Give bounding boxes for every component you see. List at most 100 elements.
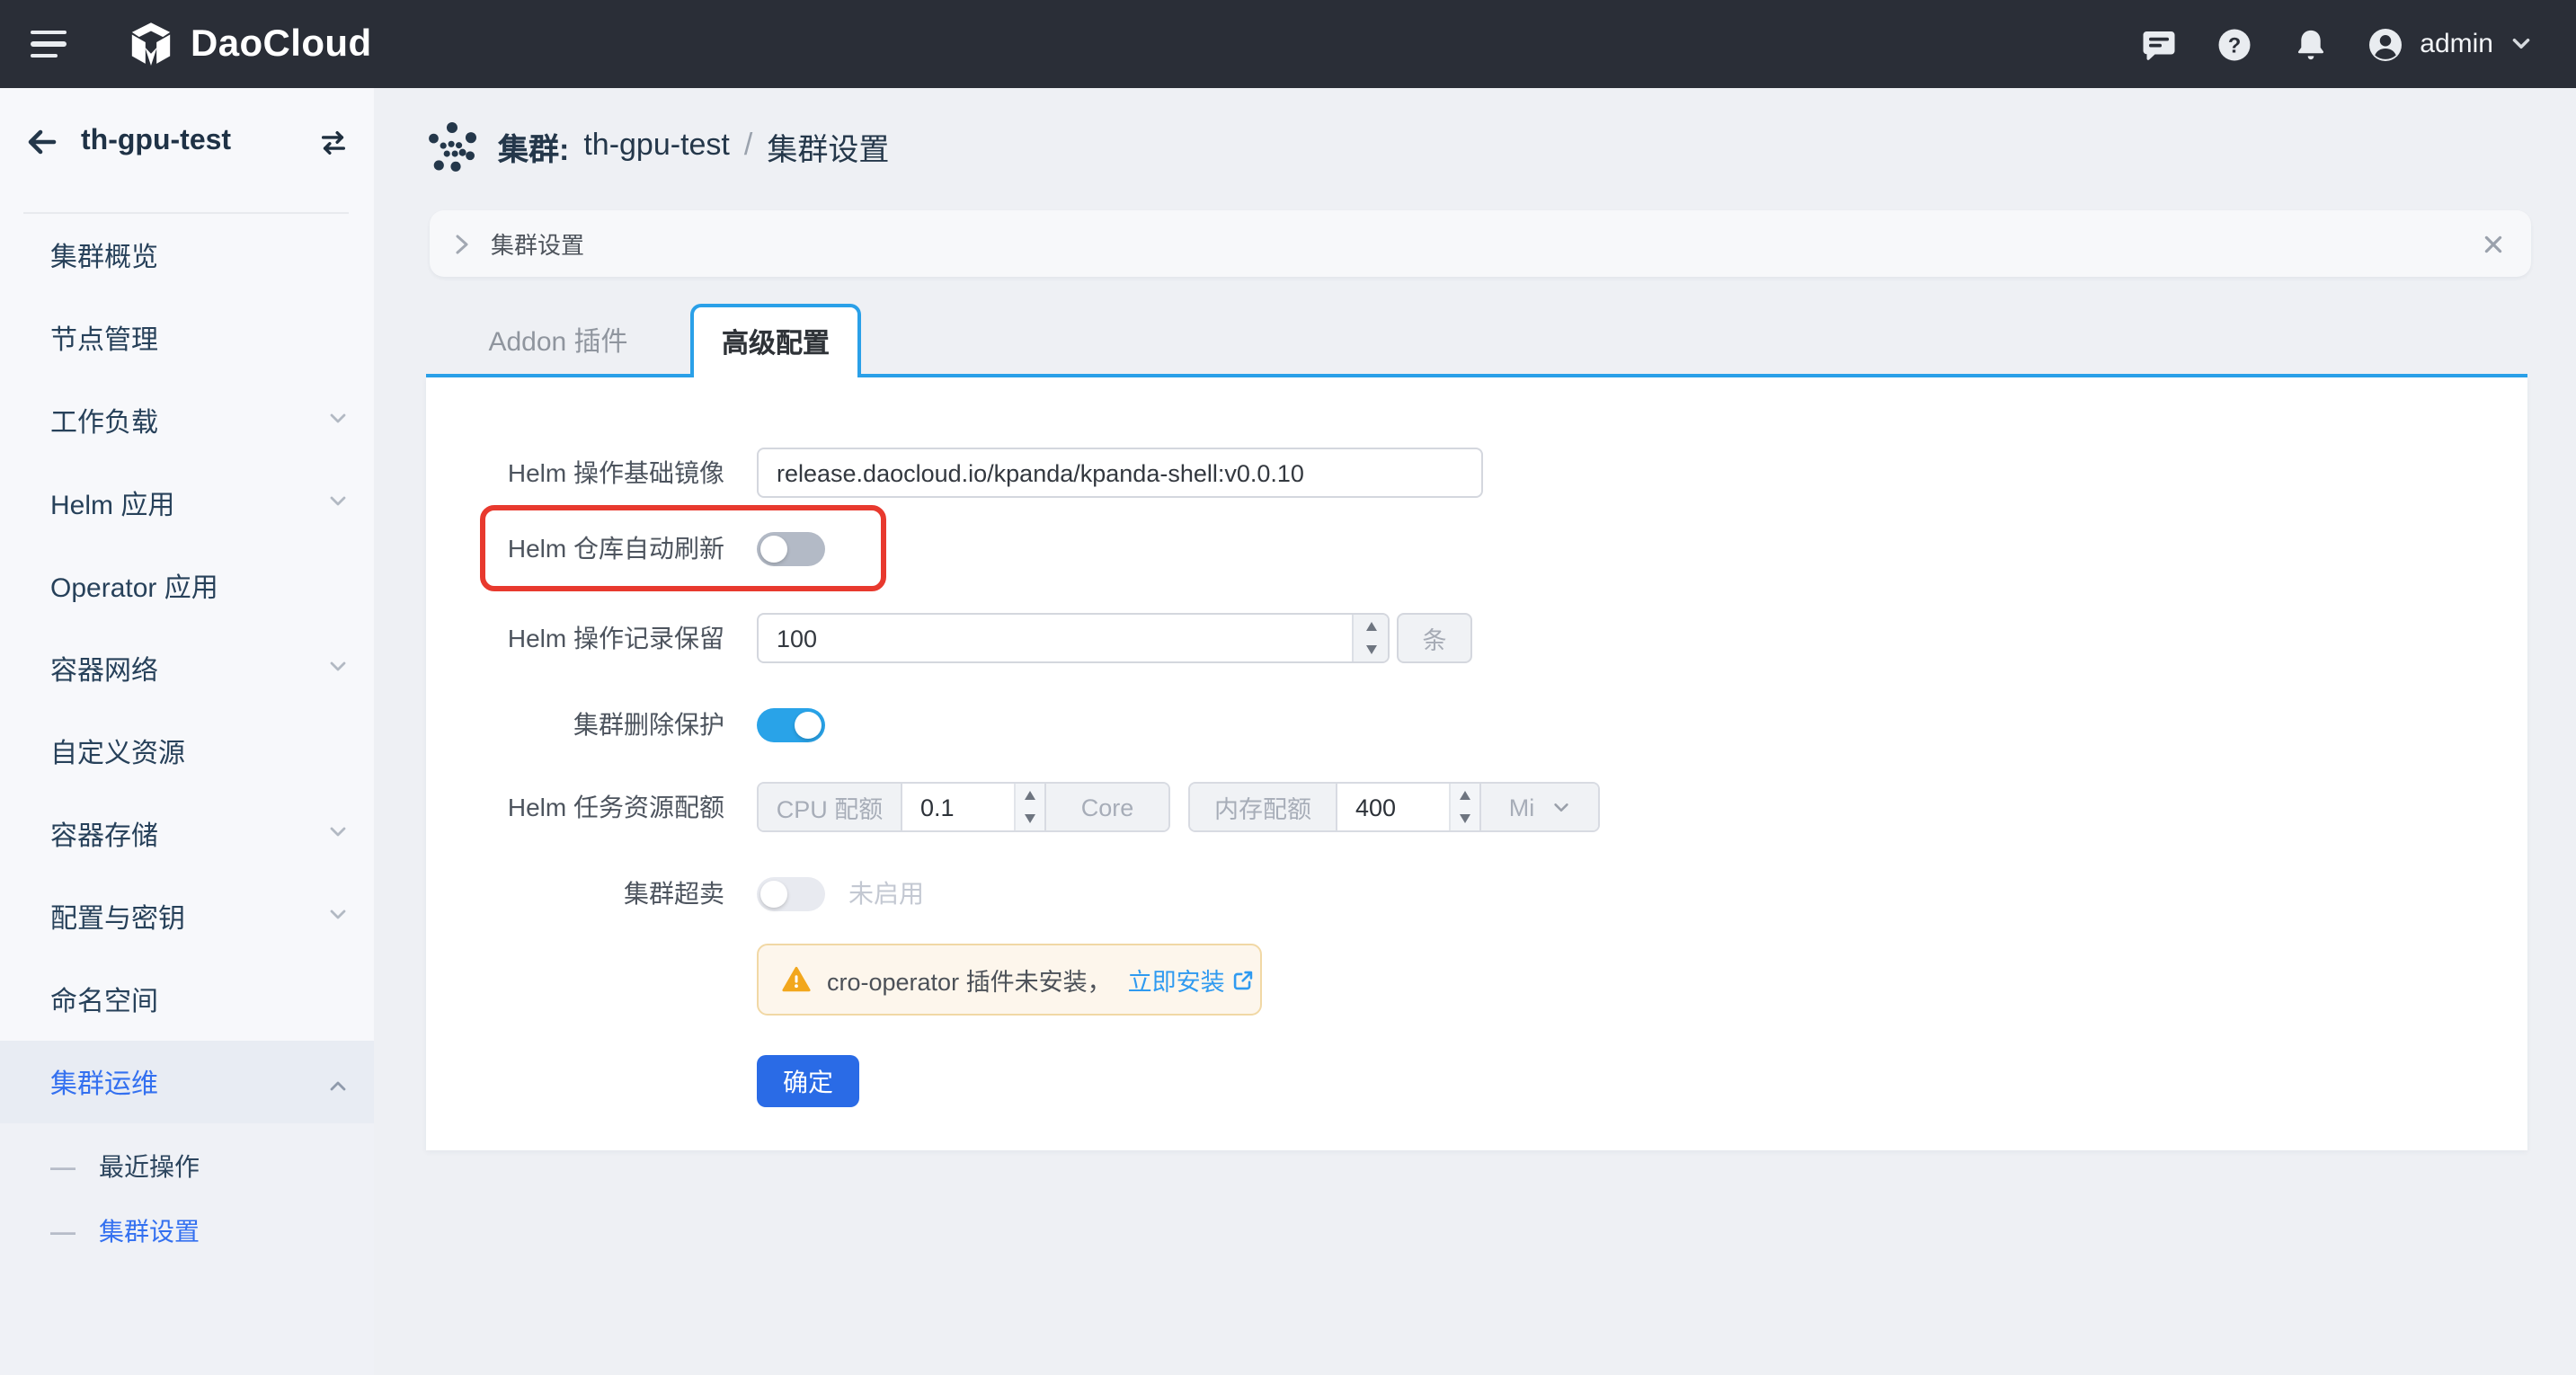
breadcrumb-prefix: 集群:: [498, 123, 569, 168]
overcommit-toggle[interactable]: [757, 876, 825, 910]
sidebar-item-workloads[interactable]: 工作负载: [0, 379, 374, 462]
warning-text: cro-operator 插件未安装，: [827, 962, 1112, 998]
chevron-down-icon: [327, 488, 349, 519]
stepper-up-icon[interactable]: [1354, 615, 1388, 638]
memory-unit-select[interactable]: Mi: [1479, 784, 1598, 830]
breadcrumb-separator: /: [744, 128, 752, 164]
sidebar-submenu-cluster-ops: —最近操作 —集群设置: [0, 1123, 374, 1375]
memory-quota-group: 内存配额 Mi: [1188, 782, 1600, 832]
help-icon[interactable]: ?: [2216, 26, 2252, 62]
sidebar-item-custom-resources[interactable]: 自定义资源: [0, 710, 374, 793]
base-image-input[interactable]: [757, 448, 1483, 498]
user-chevron-down-icon: [2509, 32, 2533, 56]
avatar-icon: [2367, 26, 2403, 62]
sidebar-subitem-cluster-settings[interactable]: —集群设置: [0, 1199, 374, 1264]
cro-operator-warning: cro-operator 插件未安装， 立即安装: [757, 944, 1262, 1016]
topbar: DaoCloud ?: [0, 0, 2576, 88]
chevron-down-icon: [327, 901, 349, 932]
overcommit-status: 未启用: [848, 875, 924, 911]
breadcrumb-cluster-name[interactable]: th-gpu-test: [583, 128, 730, 164]
sidebar-item-operator-apps[interactable]: Operator 应用: [0, 545, 374, 627]
dash-bullet-icon: —: [50, 1217, 76, 1246]
overcommit-label: 集群超卖: [426, 875, 757, 911]
history-keep-input[interactable]: [757, 613, 1390, 663]
form-row-base-image: Helm 操作基础镜像: [426, 448, 2527, 498]
cpu-quota-prefix: CPU 配额: [759, 784, 902, 830]
delete-protection-label: 集群删除保护: [426, 706, 757, 742]
history-keep-unit: 条: [1397, 613, 1472, 663]
cpu-quota-stepper: [1014, 784, 1044, 830]
main-content: 集群: th-gpu-test / 集群设置 集群设置 Addon 插件 高级配…: [374, 88, 2576, 1375]
breadcrumb: 集群: th-gpu-test / 集群设置: [426, 117, 889, 174]
sidebar-cluster-name: th-gpu-test: [81, 126, 297, 158]
chevron-right-icon[interactable]: [449, 231, 475, 256]
sidebar-item-config-secrets[interactable]: 配置与密钥: [0, 875, 374, 958]
sidebar-item-node-management[interactable]: 节点管理: [0, 297, 374, 379]
app-root: DaoCloud ?: [0, 0, 2576, 1375]
history-keep-label: Helm 操作记录保留: [426, 620, 757, 656]
collapse-bar-title: 集群设置: [491, 226, 584, 261]
stepper-up-icon[interactable]: [1451, 784, 1479, 807]
sidebar-item-cluster-ops[interactable]: 集群运维: [0, 1041, 374, 1123]
brand-name: DaoCloud: [191, 22, 372, 66]
advanced-config-panel: Helm 操作基础镜像 Helm 仓库自动刷新 Helm 操作记录保留: [426, 377, 2527, 1150]
sidebar-item-cluster-overview[interactable]: 集群概览: [0, 214, 374, 297]
memory-quota-stepper: [1449, 784, 1479, 830]
select-chevron-down-icon: [1550, 797, 1570, 817]
sidebar-subitem-recent-operations[interactable]: —最近操作: [0, 1134, 374, 1199]
form-row-overcommit: 集群超卖 未启用: [426, 875, 2527, 911]
task-quota-label: Helm 任务资源配额: [426, 789, 757, 825]
sidebar-item-helm-apps[interactable]: Helm 应用: [0, 462, 374, 545]
message-icon[interactable]: [2141, 26, 2177, 62]
external-link-icon: [1232, 968, 1256, 991]
settings-tabs: Addon 插件 高级配置: [426, 304, 2527, 377]
base-image-label: Helm 操作基础镜像: [426, 455, 757, 491]
form-row-submit: 确定: [426, 1055, 2527, 1107]
chevron-down-icon: [327, 819, 349, 849]
stepper-up-icon[interactable]: [1016, 784, 1044, 807]
warning-triangle-icon: [782, 965, 811, 994]
stepper-down-icon[interactable]: [1354, 638, 1388, 661]
repo-auto-refresh-label: Helm 仓库自动刷新: [426, 530, 757, 566]
confirm-button[interactable]: 确定: [757, 1055, 859, 1107]
form-row-repo-auto-refresh: Helm 仓库自动刷新: [426, 505, 2527, 591]
history-keep-stepper: [1352, 615, 1388, 661]
stepper-down-icon[interactable]: [1451, 807, 1479, 830]
install-now-link[interactable]: 立即安装: [1128, 962, 1256, 998]
form-row-task-quota: Helm 任务资源配额 CPU 配额 Core 内存配额: [426, 782, 2527, 832]
notifications-bell-icon[interactable]: [2292, 26, 2328, 62]
stepper-down-icon[interactable]: [1016, 807, 1044, 830]
sidebar-item-container-storage[interactable]: 容器存储: [0, 793, 374, 875]
close-icon[interactable]: [2481, 231, 2506, 256]
chevron-down-icon: [327, 405, 349, 436]
form-row-delete-protection: 集群删除保护: [426, 703, 2527, 746]
cluster-dots-icon: [426, 120, 478, 172]
sidebar-header: th-gpu-test: [0, 88, 374, 196]
sidebar: th-gpu-test 集群概览 节点管理 工作负载 Helm 应用 Opera…: [0, 88, 376, 1375]
repo-auto-refresh-toggle[interactable]: [757, 531, 825, 565]
tab-advanced-config[interactable]: 高级配置: [690, 304, 861, 377]
user-menu[interactable]: admin: [2367, 26, 2533, 62]
cpu-quota-group: CPU 配额 Core: [757, 782, 1170, 832]
brand[interactable]: DaoCloud: [124, 17, 372, 71]
memory-quota-prefix: 内存配额: [1190, 784, 1337, 830]
hamburger-menu-icon[interactable]: [31, 30, 70, 58]
form-row-warning: cro-operator 插件未安装， 立即安装: [426, 944, 2527, 1016]
topbar-actions: ? admin: [2141, 26, 2576, 62]
delete-protection-toggle[interactable]: [757, 707, 825, 741]
switch-cluster-icon[interactable]: [318, 127, 349, 157]
chevron-up-icon: [327, 1067, 349, 1097]
form-row-history-keep: Helm 操作记录保留 条: [426, 613, 2527, 663]
user-name: admin: [2420, 29, 2493, 59]
chevron-down-icon: [327, 653, 349, 684]
back-arrow-icon[interactable]: [23, 124, 59, 160]
tab-addon-plugins[interactable]: Addon 插件: [426, 304, 690, 377]
svg-text:?: ?: [2228, 33, 2242, 58]
sidebar-item-namespaces[interactable]: 命名空间: [0, 958, 374, 1041]
breadcrumb-current: 集群设置: [767, 123, 889, 168]
sidebar-item-container-network[interactable]: 容器网络: [0, 627, 374, 710]
dash-bullet-icon: —: [50, 1152, 76, 1181]
cpu-quota-unit: Core: [1044, 784, 1168, 830]
daocloud-logo-icon: [124, 17, 178, 71]
settings-collapse-bar[interactable]: 集群设置: [430, 210, 2531, 277]
